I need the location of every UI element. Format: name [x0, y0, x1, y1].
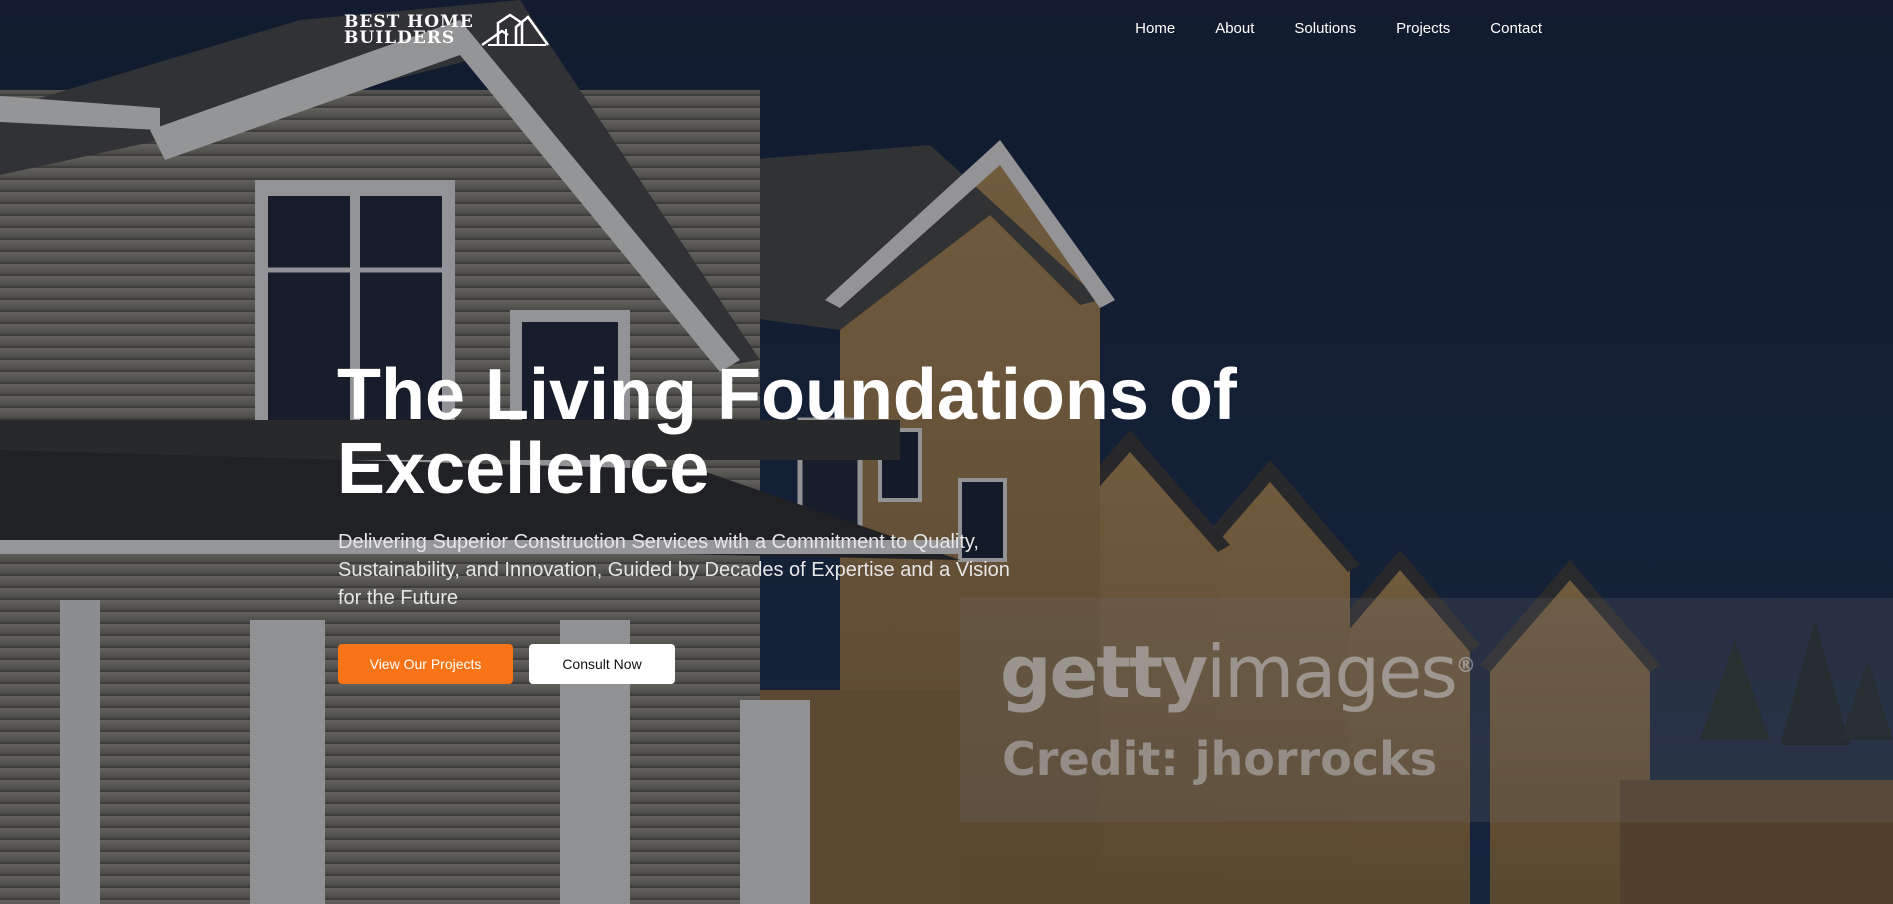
view-projects-button[interactable]: View Our Projects — [338, 644, 513, 684]
nav-about[interactable]: About — [1215, 20, 1254, 37]
logo-text: BEST HOME BUILDERS — [344, 12, 474, 48]
watermark-credit: Credit: jhorrocks — [1002, 732, 1438, 786]
consult-now-button[interactable]: Consult Now — [529, 644, 675, 684]
nav-contact[interactable]: Contact — [1490, 20, 1542, 37]
nav-solutions[interactable]: Solutions — [1294, 20, 1356, 37]
site-logo[interactable]: BEST HOME BUILDERS — [344, 13, 550, 47]
nav-home[interactable]: Home — [1135, 20, 1175, 37]
hero-title-line1: The Living Foundations of — [337, 355, 1237, 435]
hero-subtitle: Delivering Superior Construction Service… — [338, 531, 1010, 609]
hero-title-line2: Excellence — [337, 429, 710, 509]
hero-title: The Living Foundations of Excellence — [337, 358, 1317, 506]
main-nav: Home About Solutions Projects Contact — [1135, 20, 1542, 37]
nav-projects[interactable]: Projects — [1396, 20, 1450, 37]
house-logo-icon — [481, 13, 549, 47]
hero-section: gettyimages® Credit: jhorrocks BEST HOME… — [0, 0, 1893, 904]
getty-images-watermark: gettyimages® — [1000, 630, 1476, 714]
